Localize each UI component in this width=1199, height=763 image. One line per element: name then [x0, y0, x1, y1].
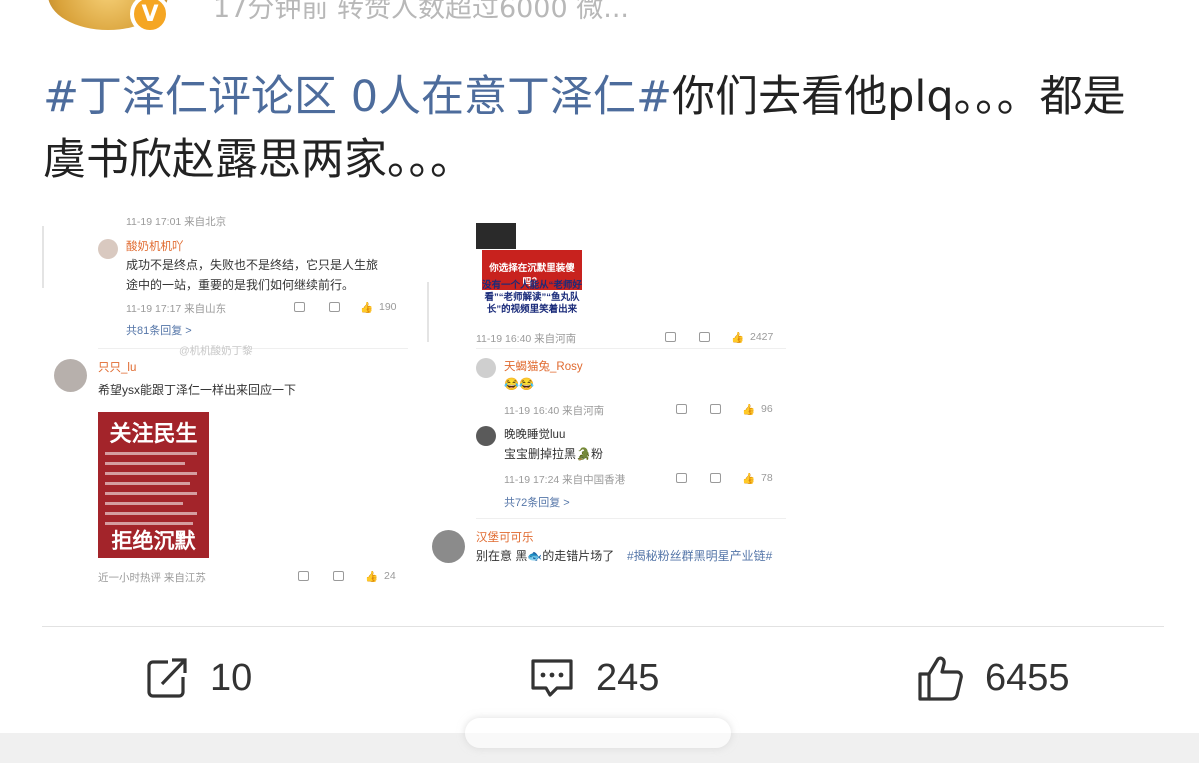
comment-username: 汉堡可可乐 — [476, 532, 534, 544]
avatar — [54, 359, 87, 392]
repost-count: 10 — [210, 656, 253, 699]
comment-text: 希望ysx能跟丁泽仁一样出来回应一下 — [98, 383, 297, 397]
poster-image: 关注民生 拒绝沉默 — [98, 412, 209, 558]
repost-icon — [298, 571, 309, 581]
video-caption: 没有一个人能从“老师好看”“老师解读”“鱼丸队长”的视频里笑着出来 — [482, 280, 582, 315]
comment-meta: 11-19 16:40 来自河南 — [476, 333, 577, 345]
divider — [476, 518, 786, 519]
comment-text: 途中的一站，重要的是我们如何继续前行。 — [126, 278, 355, 292]
comment-username: 只只_lu — [98, 362, 137, 374]
repost-icon — [676, 473, 687, 483]
comment-text: 宝宝删掉拉黑🐊粉 — [504, 447, 603, 461]
like-count: 24 — [384, 570, 396, 582]
video-thumbnail — [476, 223, 516, 249]
verified-badge-icon: V — [130, 0, 170, 34]
like-icon: 👍 — [365, 571, 379, 583]
watermark: @机机酸奶丁黎 — [179, 345, 253, 357]
comment-username: 晚晚睡觉luu — [504, 429, 566, 441]
like-icon: 👍 — [731, 332, 745, 344]
like-count: 190 — [379, 301, 397, 313]
repost-icon — [676, 404, 687, 414]
comment-meta: 11-19 16:40 来自河南 — [504, 405, 605, 417]
hashtag-link[interactable]: #丁泽仁评论区 0人在意丁泽仁# — [43, 72, 672, 122]
like-icon: 👍 — [360, 302, 374, 314]
replies-link: 共81条回复 > — [126, 325, 192, 337]
comment-text: 😂😂 — [504, 377, 534, 391]
divider — [42, 626, 1164, 627]
comment-text: 成功不是终点，失败也不是终结，它只是人生旅 — [126, 258, 379, 272]
comment-icon — [531, 659, 573, 697]
like-count: 78 — [761, 472, 773, 484]
divider — [476, 348, 786, 349]
home-indicator[interactable] — [465, 718, 731, 748]
post-text: #丁泽仁评论区 0人在意丁泽仁#你们去看他plq。。。都是虞书欣赵露思两家。。。 — [43, 66, 1153, 192]
post-image[interactable]: 11-19 17:01 来自北京 酸奶机机吖 成功不是终点，失败也不是终结，它只… — [42, 212, 802, 594]
like-count: 6455 — [985, 656, 1070, 699]
comment-icon — [333, 571, 344, 581]
like-count: 96 — [761, 403, 773, 415]
post-meta: 17分钟前 转赞人数超过6000 微... — [213, 0, 629, 24]
thread-line — [427, 282, 429, 342]
replies-link: 共72条回复 > — [504, 497, 570, 509]
divider — [98, 348, 408, 349]
comment-count: 245 — [596, 656, 660, 699]
hashtag-link: #揭秘粉丝群黑明星产业链# — [627, 549, 773, 563]
thread-line — [42, 226, 44, 288]
repost-icon — [147, 657, 188, 698]
avatar — [476, 426, 496, 446]
repost-icon — [665, 332, 676, 342]
repost-button[interactable]: 10 — [146, 653, 252, 703]
like-button[interactable]: 6455 — [917, 653, 1070, 703]
comment-meta: 11-19 17:24 来自中国香港 — [504, 474, 626, 486]
comment-button[interactable]: 245 — [530, 653, 659, 703]
avatar — [98, 239, 118, 259]
avatar — [432, 530, 465, 563]
like-icon: 👍 — [742, 404, 756, 416]
comment-username: 酸奶机机吖 — [126, 241, 184, 253]
avatar — [476, 358, 496, 378]
comment-icon — [329, 302, 340, 312]
comment-icon — [710, 473, 721, 483]
like-icon — [918, 656, 963, 701]
repost-icon — [294, 302, 305, 312]
comment-meta: 11-19 17:01 来自北京 — [126, 216, 227, 228]
comment-icon — [699, 332, 710, 342]
poster-title: 关注民生 — [109, 422, 198, 447]
poster-footer: 拒绝沉默 — [111, 529, 196, 553]
comment-meta: 近一小时热评 来自江苏 — [98, 572, 206, 584]
comment-username: 天蝎猫兔_Rosy — [504, 361, 583, 373]
comment-meta: 11-19 17:17 来自山东 — [126, 303, 227, 315]
like-count: 2427 — [750, 331, 774, 343]
like-icon: 👍 — [742, 473, 756, 485]
comment-icon — [710, 404, 721, 414]
comment-text: 别在意 黑🐟的走错片场了 — [476, 549, 615, 563]
